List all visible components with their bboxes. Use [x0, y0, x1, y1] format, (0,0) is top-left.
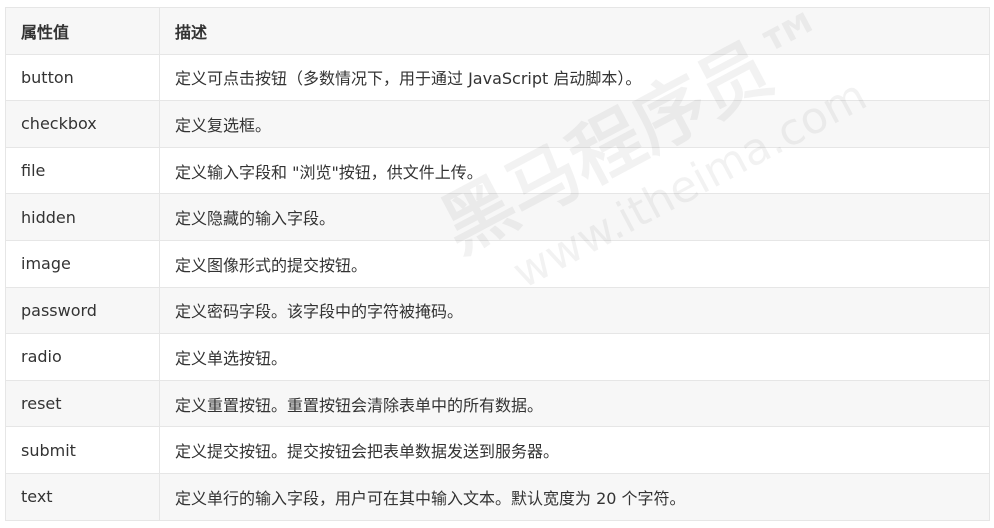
cell-value: file — [5, 146, 160, 195]
cell-description: 定义单选按钮。 — [159, 333, 990, 381]
cell-description: 定义提交按钮。提交按钮会把表单数据发送到服务器。 — [159, 426, 990, 474]
cell-description: 定义输入字段和 "浏览"按钮，供文件上传。 — [159, 146, 990, 195]
table-row: file 定义输入字段和 "浏览"按钮，供文件上传。 — [5, 146, 990, 195]
cell-value: button — [5, 53, 160, 102]
table-row: button 定义可点击按钮（多数情况下，用于通过 JavaScript 启动脚本… — [5, 53, 990, 102]
cell-value: password — [5, 286, 160, 335]
cell-description: 定义图像形式的提交按钮。 — [159, 239, 990, 288]
attribute-table: 属性值 描述 button 定义可点击按钮（多数情况下，用于通过 JavaScri… — [5, 7, 990, 521]
cell-value: radio — [5, 333, 160, 381]
table-row: checkbox 定义复选框。 — [5, 100, 990, 148]
table-row: password 定义密码字段。该字段中的字符被掩码。 — [5, 286, 990, 335]
table-header-row: 属性值 描述 — [5, 7, 990, 55]
cell-value: reset — [5, 379, 160, 428]
cell-description: 定义重置按钮。重置按钮会清除表单中的所有数据。 — [159, 379, 990, 428]
cell-value: hidden — [5, 193, 160, 241]
table-row: image 定义图像形式的提交按钮。 — [5, 239, 990, 288]
cell-description: 定义隐藏的输入字段。 — [159, 193, 990, 241]
header-description: 描述 — [159, 7, 990, 55]
table-row: submit 定义提交按钮。提交按钮会把表单数据发送到服务器。 — [5, 426, 990, 474]
header-value: 属性值 — [5, 7, 160, 55]
table-row: reset 定义重置按钮。重置按钮会清除表单中的所有数据。 — [5, 379, 990, 428]
cell-description: 定义复选框。 — [159, 100, 990, 148]
cell-value: image — [5, 239, 160, 288]
cell-value: submit — [5, 426, 160, 474]
table-row: text 定义单行的输入字段，用户可在其中输入文本。默认宽度为 20 个字符。 — [5, 472, 990, 521]
cell-description: 定义单行的输入字段，用户可在其中输入文本。默认宽度为 20 个字符。 — [159, 472, 990, 521]
cell-value: text — [5, 472, 160, 521]
cell-description: 定义可点击按钮（多数情况下，用于通过 JavaScript 启动脚本）。 — [159, 53, 990, 102]
table-row: radio 定义单选按钮。 — [5, 333, 990, 381]
cell-description: 定义密码字段。该字段中的字符被掩码。 — [159, 286, 990, 335]
cell-value: checkbox — [5, 100, 160, 148]
table-row: hidden 定义隐藏的输入字段。 — [5, 193, 990, 241]
